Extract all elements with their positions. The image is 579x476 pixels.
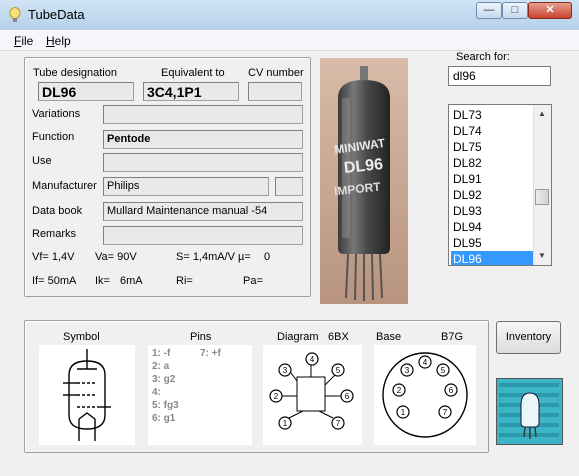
- base-box: 1 2 3 4 5 6 7: [374, 345, 476, 445]
- maximize-button[interactable]: □: [502, 2, 528, 19]
- symbol-box: [39, 345, 135, 445]
- list-item[interactable]: DL74: [451, 123, 537, 139]
- pins-box: 1: -f 2: a 3: g2 4: 5: fg3 6: g1 7: +f: [148, 345, 252, 445]
- equivalent-label: Equivalent to: [161, 67, 225, 79]
- remarks-field[interactable]: [103, 226, 303, 245]
- base-pin-number: 1: [401, 408, 406, 417]
- ik-label: Ik=: [95, 275, 110, 287]
- base-pin-number: 5: [441, 366, 446, 375]
- list-item[interactable]: DL92: [451, 187, 537, 203]
- variations-label: Variations: [32, 108, 81, 120]
- tube-list[interactable]: DL73 DL74 DL75 DL82 DL91 DL92 DL93 DL94 …: [448, 104, 552, 266]
- diagram-code: 6BX: [328, 331, 349, 343]
- search-input[interactable]: dl96: [448, 66, 551, 86]
- menu-bar: [0, 30, 579, 51]
- minimize-button[interactable]: —: [476, 2, 502, 19]
- equivalent-field[interactable]: 3C4,1P1: [143, 82, 239, 101]
- list-scrollbar[interactable]: ▲ ▼: [533, 105, 551, 265]
- pin-row: 3: g2: [152, 374, 176, 385]
- ik-value: 6mA: [120, 275, 143, 287]
- scroll-up-icon[interactable]: ▲: [538, 109, 546, 118]
- manufacturer-extra-field[interactable]: [275, 177, 303, 196]
- pin-row: 5: fg3: [152, 400, 179, 411]
- designation-field[interactable]: DL96: [38, 82, 134, 101]
- pa-value: Pa=: [243, 275, 263, 287]
- pin-row: 1: -f: [152, 348, 171, 359]
- pin-row: 2: a: [152, 361, 170, 372]
- diagram-pin-number: 5: [336, 366, 341, 375]
- list-item[interactable]: DL91: [451, 171, 537, 187]
- function-field[interactable]: Pentode: [103, 130, 303, 149]
- menu-file[interactable]: File: [14, 34, 33, 48]
- base-pin-number: 3: [405, 366, 410, 375]
- scroll-thumb[interactable]: [535, 189, 549, 205]
- list-item[interactable]: DL82: [451, 155, 537, 171]
- menu-help[interactable]: Help: [46, 34, 71, 48]
- base-label: Base: [376, 331, 402, 343]
- ri-value: Ri=: [176, 275, 193, 287]
- list-item-selected[interactable]: DL96: [451, 251, 537, 265]
- remarks-label: Remarks: [32, 228, 77, 240]
- list-item[interactable]: DL95: [451, 235, 537, 251]
- pin-row: 7: +f: [200, 348, 221, 359]
- tube-photo: MINIWAT DL96 IMPORT: [320, 58, 408, 304]
- diagram-pin-number: 4: [310, 355, 315, 364]
- mu-label: µ=: [238, 251, 251, 263]
- manufacturer-label: Manufacturer: [32, 180, 97, 192]
- cv-label: CV number: [248, 67, 304, 79]
- list-item[interactable]: DL93: [451, 203, 537, 219]
- base-pin-number: 4: [423, 358, 428, 367]
- databook-label: Data book: [32, 205, 83, 217]
- symbol-label: Symbol: [63, 331, 100, 343]
- vf-value: Vf= 1,4V: [32, 251, 75, 263]
- list-item[interactable]: DL73: [451, 107, 537, 123]
- diagram-pin-number: 3: [283, 366, 288, 375]
- inventory-button[interactable]: Inventory: [496, 321, 561, 354]
- use-label: Use: [32, 155, 52, 167]
- base-pin-number: 7: [443, 408, 448, 417]
- if-value: If= 50mA: [32, 275, 77, 287]
- pins-label: Pins: [190, 331, 212, 343]
- diagram-label: Diagram: [277, 331, 319, 343]
- list-item[interactable]: DL75: [451, 139, 537, 155]
- list-item[interactable]: DL94: [451, 219, 537, 235]
- base-code: B7G: [441, 331, 464, 343]
- diagram-box: 1 2 3 4 5 6 7: [263, 345, 362, 445]
- search-label: Search for:: [456, 51, 510, 63]
- base-pin-number: 2: [397, 386, 402, 395]
- window-title: TubeData: [28, 7, 85, 22]
- pentode-symbol-icon: [63, 349, 111, 441]
- pin-row: 6: g1: [152, 413, 176, 424]
- diagram-pin-number: 2: [274, 392, 279, 401]
- mu-value: 0: [264, 251, 271, 263]
- use-field[interactable]: [103, 153, 303, 172]
- base-diagram-icon: 1 2 3 4 5 6 7: [382, 352, 468, 438]
- diagram-pin-number: 1: [283, 419, 288, 428]
- va-value: Va= 90V: [95, 251, 137, 263]
- app-tube-icon: [9, 7, 21, 22]
- manufacturer-field[interactable]: Philips: [103, 177, 269, 196]
- s-value: S= 1,4mA/V: [176, 251, 236, 263]
- diagram-pin-number: 7: [336, 419, 341, 428]
- variations-field[interactable]: [103, 105, 303, 124]
- pin-row: 4:: [152, 387, 161, 398]
- scroll-down-icon[interactable]: ▼: [538, 251, 546, 260]
- close-button[interactable]: ✕: [528, 2, 572, 19]
- diagram-pin-number: 6: [345, 392, 350, 401]
- designation-label: Tube designation: [33, 67, 117, 79]
- pin-diagram-icon: 1 2 3 4 5 6 7: [269, 352, 354, 430]
- databook-field[interactable]: Mullard Maintenance manual -54: [103, 202, 303, 221]
- function-label: Function: [32, 131, 75, 143]
- tubedata-logo: [496, 378, 563, 445]
- cv-field[interactable]: [248, 82, 302, 101]
- base-pin-number: 6: [449, 386, 454, 395]
